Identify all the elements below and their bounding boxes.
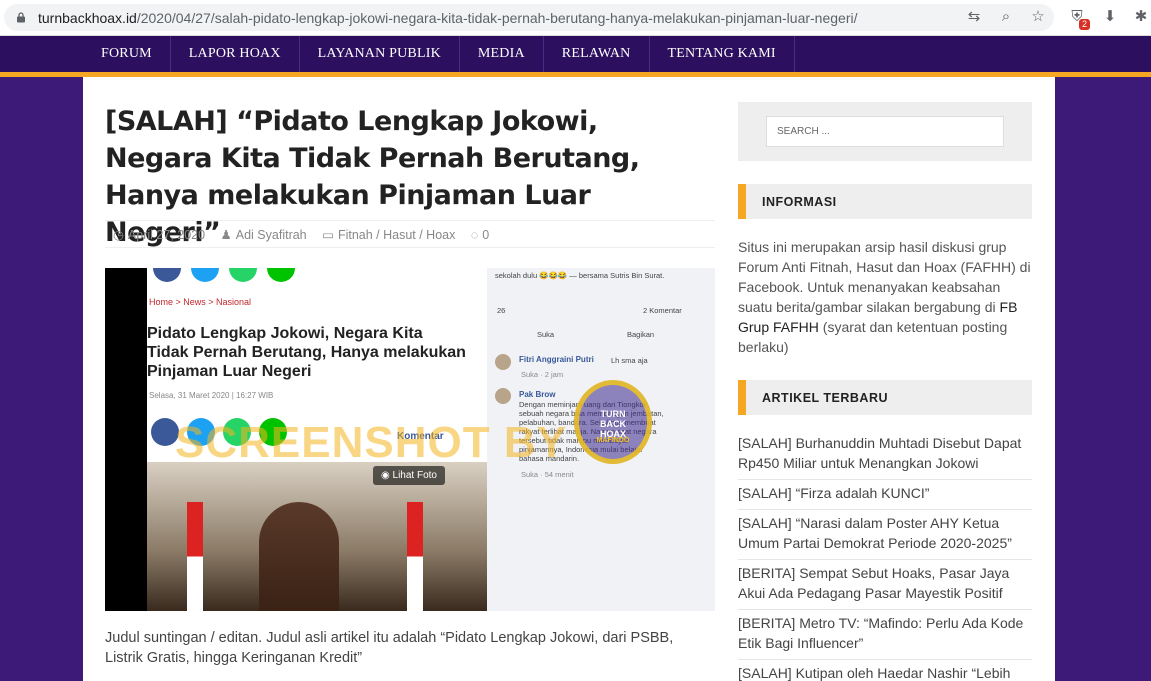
recent-post-link[interactable]: [BERITA] Metro TV: “Mafindo: Perlu Ada K…	[738, 613, 1032, 653]
puzzle-icon[interactable]: ✱	[1132, 8, 1150, 26]
comment-meta: Suka · 54 menit	[521, 470, 574, 479]
divider	[738, 559, 1032, 560]
divider	[738, 509, 1032, 510]
article-meta: ◷ April 27, 2020 ♟ Adi Syafitrah ▭ Fitnah /…	[105, 220, 715, 248]
jokowi-photo: ◉ Lihat Foto	[147, 462, 487, 611]
facebook-icon	[153, 268, 181, 282]
zoom-icon[interactable]: ⌕	[997, 8, 1015, 26]
widget-heading-artikel-terbaru: ARTIKEL TERBARU	[738, 380, 1032, 415]
widget-heading-informasi: INFORMASI	[738, 184, 1032, 219]
folder-icon: ▭	[322, 228, 334, 242]
screenshot-dateline: Selasa, 31 Maret 2020 | 16:27 WIB	[149, 391, 274, 400]
clock-icon: ◷	[113, 228, 124, 242]
article-date: April 27, 2020	[127, 228, 206, 242]
speaker-figure	[259, 502, 339, 611]
recent-post-link[interactable]: [SALAH] “Firza adalah KUNCI”	[738, 483, 1032, 503]
screenshot-breadcrumb: Home > News > Nasional	[149, 297, 252, 307]
twitter-icon	[191, 268, 219, 282]
commenter-avatar	[495, 388, 511, 404]
address-bar[interactable]: turnbackhoax.id/2020/04/27/salah-pidato-…	[4, 4, 1054, 31]
turnbackhoax-seal-logo: TURN BACK HOAX MAFINDO	[574, 380, 652, 464]
divider	[738, 479, 1032, 480]
commenter-name: Pak Brow	[519, 390, 556, 399]
comment-meta: Suka · 2 jam	[521, 370, 564, 379]
nav-item-forum[interactable]: FORUM	[83, 36, 171, 72]
featured-image: Home > News > Nasional Pidato Lengkap Jo…	[105, 268, 715, 611]
main-navigation: FORUM LAPOR HOAX LAYANAN PUBLIK MEDIA RE…	[0, 36, 1151, 72]
comment-text: Lh sma aja	[611, 356, 648, 365]
screenshot-headline: Pidato Lengkap Jokowi, Negara Kita Tidak…	[147, 325, 466, 380]
commenter-name: Fitri Anggraini Putri	[519, 355, 594, 364]
extension-badge: 2	[1079, 19, 1091, 30]
article-author[interactable]: Adi Syafitrah	[236, 228, 307, 242]
commenter-avatar	[495, 354, 511, 370]
nav-item-tentang-kami[interactable]: TENTANG KAMI	[650, 36, 795, 72]
search-widget: SEARCH ...	[738, 102, 1032, 161]
url-text[interactable]: turnbackhoax.id/2020/04/27/salah-pidato-…	[38, 10, 857, 26]
flag-right	[407, 502, 423, 611]
nav-item-layanan-publik[interactable]: LAYANAN PUBLIK	[300, 36, 460, 72]
star-icon[interactable]: ☆	[1029, 8, 1047, 26]
fb-post-text: sekolah dulu 😂😂😂 — bersama Sutris Bin Su…	[495, 271, 665, 280]
download-extension-icon[interactable]: ⬇	[1101, 8, 1119, 26]
info-text: Situs ini merupakan arsip hasil diskusi …	[738, 239, 1031, 355]
recent-post-link[interactable]: [BERITA] Sempat Sebut Hoaks, Pasar Jaya …	[738, 563, 1032, 603]
translate-icon[interactable]: ⇆	[965, 8, 983, 26]
eye-icon: ◉	[381, 470, 393, 481]
browser-toolbar: turnbackhoax.id/2020/04/27/salah-pidato-…	[0, 0, 1151, 36]
recent-post-link[interactable]: [SALAH] “Narasi dalam Poster AHY Ketua U…	[738, 513, 1032, 553]
whatsapp-icon	[229, 268, 257, 282]
search-input[interactable]: SEARCH ...	[766, 116, 1004, 147]
recent-post-link[interactable]: [SALAH] Burhanuddin Muhtadi Disebut Dapa…	[738, 433, 1032, 473]
fb-share-label: Bagikan	[627, 330, 655, 339]
comment-icon: ◌	[470, 228, 479, 242]
lock-icon	[17, 12, 25, 23]
nav-item-relawan[interactable]: RELAWAN	[544, 36, 650, 72]
content-area: [SALAH] “Pidato Lengkap Jokowi, Negara K…	[83, 77, 1055, 681]
lihat-foto-button: ◉ Lihat Foto	[373, 466, 445, 485]
user-icon: ♟	[220, 228, 232, 242]
divider	[738, 659, 1032, 660]
nav-item-lapor-hoax[interactable]: LAPOR HOAX	[171, 36, 300, 72]
screenshot-watermark: SCREENSHOT BY	[175, 418, 567, 467]
fb-comment-count: 2 Komentar	[643, 306, 682, 315]
flag-left	[187, 502, 203, 611]
article-categories[interactable]: Fitnah / Hasut / Hoax	[338, 228, 455, 242]
divider	[738, 609, 1032, 610]
image-caption: Judul suntingan / editan. Judul asli art…	[105, 630, 674, 666]
line-icon	[267, 268, 295, 282]
fb-like-label: Suka	[537, 330, 555, 339]
recent-post-link[interactable]: [SALAH] Kutipan oleh Haedar Nashir “Lebi…	[738, 663, 1032, 681]
fb-reaction-count: 26	[497, 306, 506, 315]
nav-item-media[interactable]: MEDIA	[460, 36, 544, 72]
article-comment-count[interactable]: 0	[482, 228, 489, 242]
